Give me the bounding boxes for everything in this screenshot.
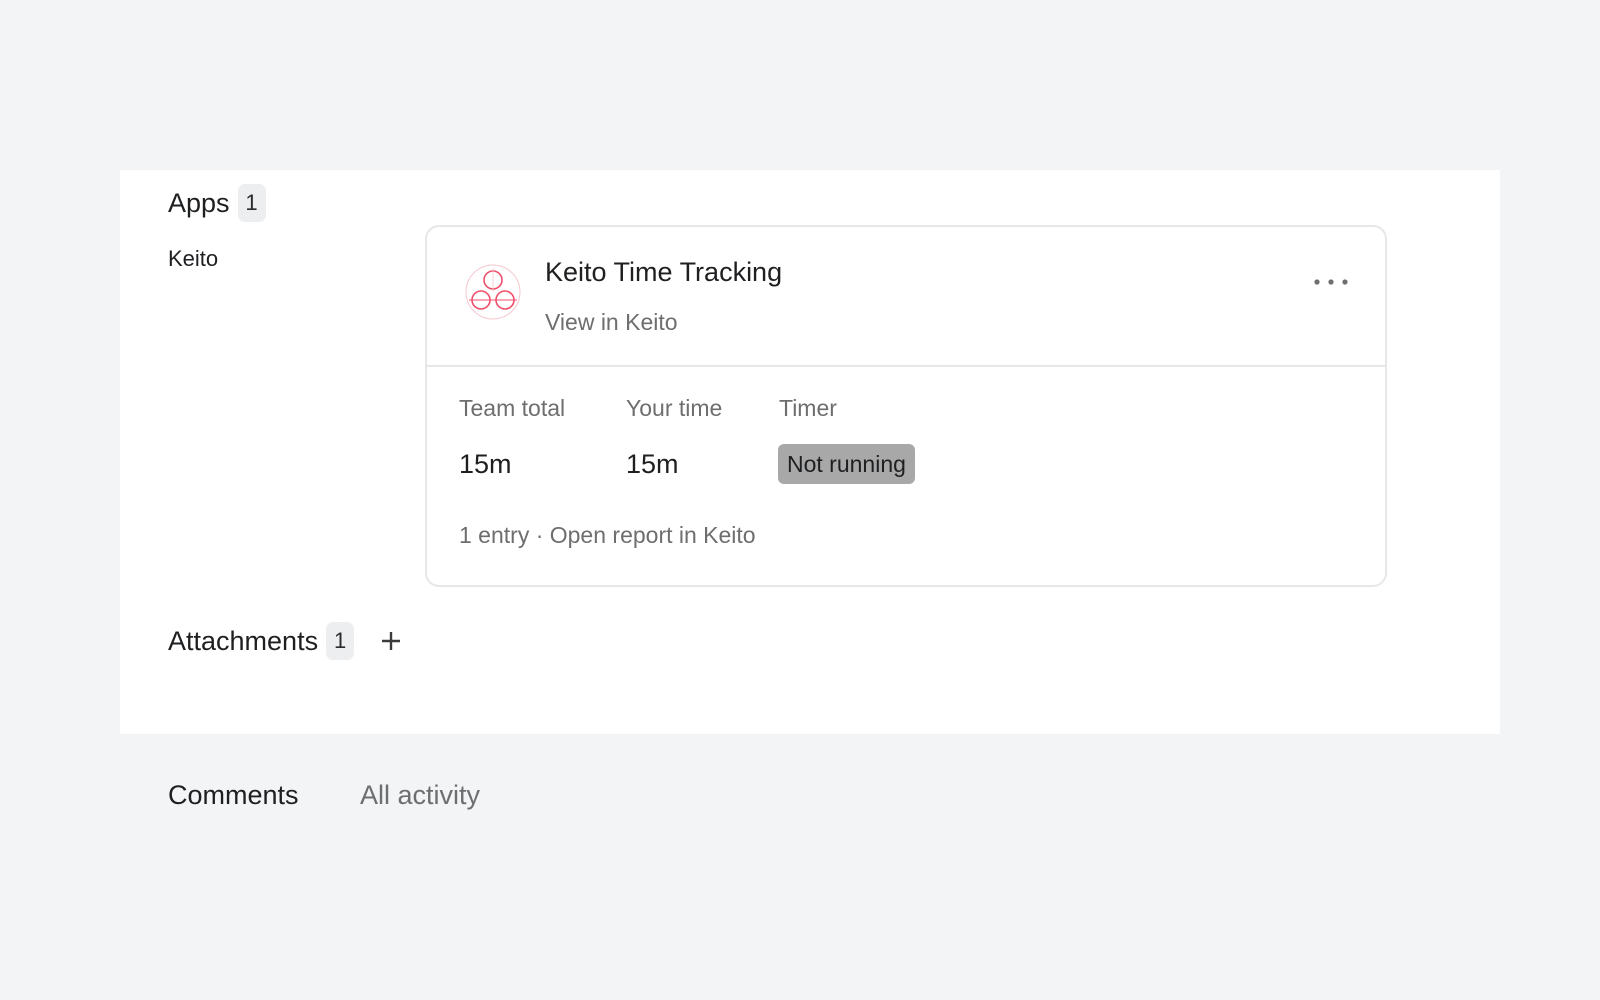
team-total-value: 15m [459, 449, 512, 479]
add-attachment-button[interactable] [376, 626, 406, 656]
keito-app-card: Keito Time Tracking View in Keito Team t… [425, 225, 1387, 587]
more-options-button[interactable] [1309, 267, 1353, 297]
apps-section-title: Apps [168, 187, 230, 218]
your-time-label: Your time [626, 395, 723, 421]
team-total-label: Team total [459, 395, 566, 421]
attachments-section-title: Attachments [168, 625, 319, 656]
attachments-count-badge: 1 [326, 622, 355, 660]
task-details-panel: Apps 1 Keito Keito Time Tracking View in… [120, 170, 1500, 734]
activity-tabs: Comments All activity [120, 734, 1500, 830]
timer-status-badge: Not running [778, 444, 915, 484]
attachments-section-header: Attachments 1 [168, 622, 406, 660]
apps-section-header: Apps 1 [168, 184, 266, 222]
more-horizontal-icon [1314, 279, 1348, 285]
tab-all-activity[interactable]: All activity [360, 780, 480, 811]
keito-logo-icon [465, 264, 521, 320]
app-card-title: Keito Time Tracking [545, 257, 783, 287]
apps-count-badge: 1 [237, 184, 266, 222]
app-name-label: Keito [168, 246, 219, 271]
app-card-header: Keito Time Tracking View in Keito [427, 227, 1385, 367]
timer-label: Timer [779, 395, 837, 421]
open-report-link[interactable]: 1 entry · Open report in Keito [459, 522, 756, 549]
plus-icon [382, 632, 401, 650]
tab-comments[interactable]: Comments [168, 780, 299, 811]
your-time-value: 15m [626, 449, 679, 479]
view-in-keito-link[interactable]: View in Keito [545, 309, 678, 336]
